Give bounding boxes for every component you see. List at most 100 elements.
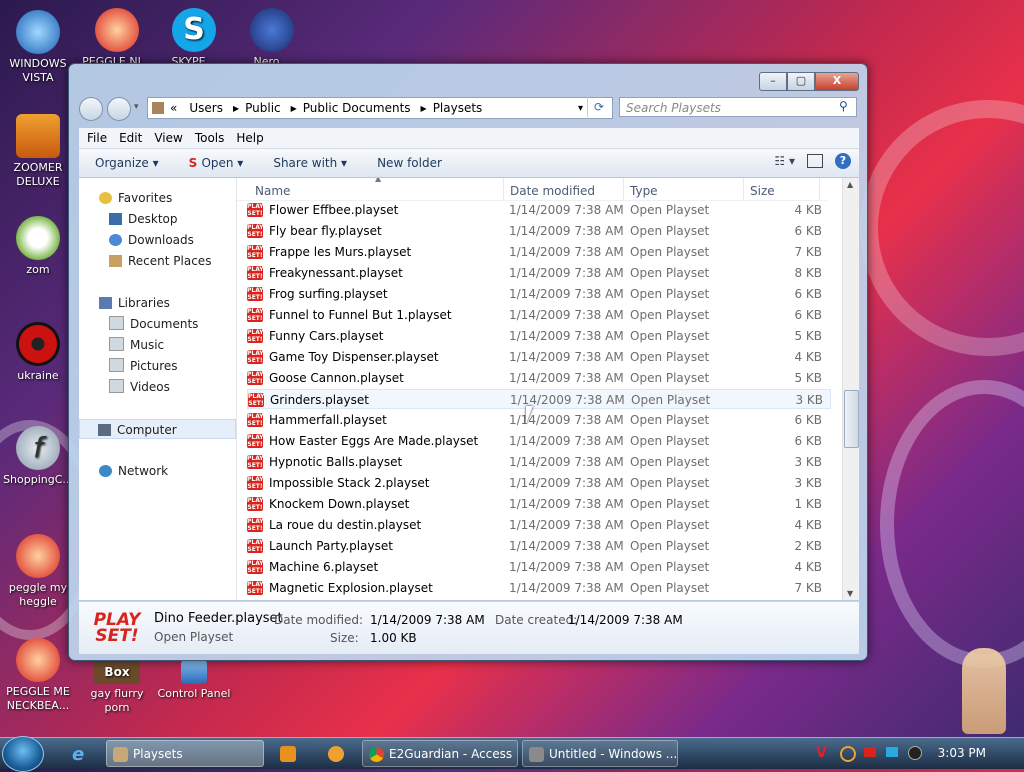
file-row[interactable]: PLAY SET! Frog surfing.playset 1/14/2009 7… — [247, 284, 831, 304]
desktop-icon-peggle-my-heggle[interactable]: peggle my heggle — [0, 534, 76, 609]
menu-edit[interactable]: Edit — [119, 131, 142, 145]
display-icon[interactable] — [886, 747, 898, 757]
desktop-icon-windows-vista[interactable]: WINDOWS VISTA — [0, 10, 76, 85]
breadcrumb-playsets[interactable]: Playsets — [433, 101, 483, 115]
start-button[interactable] — [2, 736, 44, 772]
column-name[interactable]: Name — [237, 178, 504, 200]
file-row[interactable]: PLAY SET! Freakynessant.playset 1/14/2009 … — [247, 263, 831, 283]
scroll-down-icon[interactable]: ▼ — [847, 589, 853, 598]
refresh-button[interactable]: ⟳ — [587, 97, 610, 117]
desktop-icon-peggle-me-neckbeard[interactable]: PEGGLE ME NECKBEA... — [0, 638, 76, 713]
desktop-icon-peggle-nights[interactable]: PEGGLE NI… — [79, 8, 155, 64]
antivirus-icon[interactable]: V — [816, 745, 827, 761]
taskbar-e2guardian[interactable]: E2Guardian - Access ... — [362, 740, 518, 767]
file-row[interactable]: PLAY SET! Hypnotic Balls.playset 1/14/2009… — [247, 452, 831, 472]
back-button[interactable] — [79, 97, 103, 121]
nav-desktop[interactable]: Desktop — [79, 209, 236, 229]
file-row[interactable]: PLAY SET! Impossible Stack 2.playset 1/14/… — [247, 473, 831, 493]
desktop-icon-shopping[interactable]: f ShoppingC... — [0, 426, 76, 487]
file-row[interactable]: PLAY SET! Goose Cannon.playset 1/14/2009 7… — [247, 368, 831, 388]
help-icon[interactable]: ? — [835, 153, 851, 169]
search-icon[interactable]: ⚲ — [839, 99, 848, 113]
desktop-icon-skype[interactable]: S SKYPE… — [156, 8, 232, 64]
share-with-button[interactable]: Share with ▾ — [273, 156, 347, 170]
organize-button[interactable]: Organize ▾ — [95, 156, 159, 170]
nav-label: Videos — [130, 380, 170, 394]
breadcrumb-public[interactable]: Public — [245, 101, 281, 115]
details-type: Open Playset — [154, 630, 234, 644]
file-row[interactable]: PLAY SET! La roue du destin.playset 1/14/2… — [247, 515, 831, 535]
nav-downloads[interactable]: Downloads — [79, 230, 236, 250]
menu-tools[interactable]: Tools — [195, 131, 225, 145]
menu-help[interactable]: Help — [236, 131, 263, 145]
file-row[interactable]: PLAY SET! Hammerfall.playset 1/14/2009 7:3… — [247, 410, 831, 430]
menu-view[interactable]: View — [154, 131, 182, 145]
open-button[interactable]: S Open ▾ — [189, 156, 244, 170]
flag-icon[interactable] — [864, 747, 876, 757]
scroll-up-icon[interactable]: ▲ — [847, 180, 853, 189]
search-input[interactable]: Search Playsets — [619, 97, 857, 117]
vertical-scrollbar[interactable]: ▲ ▼ — [842, 178, 859, 600]
address-dropdown-icon[interactable]: ▾ — [578, 103, 583, 114]
file-row[interactable]: PLAY SET! Launch Party.playset 1/14/2009 7… — [247, 536, 831, 556]
nav-music[interactable]: Music — [79, 335, 236, 355]
nav-computer[interactable]: Computer — [79, 419, 236, 439]
minimize-button[interactable]: – — [759, 72, 787, 91]
desktop-icon-box[interactable]: Box gay flurry porn — [79, 660, 155, 715]
nav-documents[interactable]: Documents — [79, 314, 236, 334]
desktop-icon-nero[interactable]: Nero… — [234, 8, 310, 64]
desktop-icon-zom[interactable]: zom — [0, 216, 76, 277]
desktop-icon-ukraine[interactable]: ukraine — [0, 322, 76, 383]
maximize-button[interactable]: ▢ — [787, 72, 815, 91]
breadcrumb-overflow[interactable]: « — [170, 101, 177, 115]
taskbar-untitled-windows[interactable]: Untitled - Windows ... — [522, 740, 678, 767]
volume-icon[interactable] — [908, 746, 922, 760]
media-player-icon[interactable] — [280, 746, 296, 762]
nav-libraries[interactable]: Libraries — [79, 293, 236, 313]
file-row[interactable]: PLAY SET! Magnetic Explosion.playset 1/14/… — [247, 578, 831, 598]
forward-button[interactable] — [107, 97, 131, 121]
nav-recent-places[interactable]: Recent Places — [79, 251, 236, 271]
breadcrumb-public-documents[interactable]: Public Documents — [303, 101, 411, 115]
file-row[interactable]: PLAY SET! Fly bear fly.playset 1/14/2009 7… — [247, 221, 831, 241]
file-row[interactable]: PLAY SET! Knockem Down.playset 1/14/2009 7… — [247, 494, 831, 514]
desktop-icon-zoomer-deluxe[interactable]: ZOOMER DELUXE — [0, 114, 76, 189]
app-icon[interactable] — [328, 746, 344, 762]
ie-icon[interactable]: e — [72, 744, 84, 765]
taskbar-playsets[interactable]: Playsets — [106, 740, 264, 767]
playset-file-icon: PLAY SET! — [247, 224, 264, 238]
file-row[interactable]: PLAY SET! Funny Cars.playset 1/14/2009 7:3… — [247, 326, 831, 346]
chevron-right-icon[interactable]: ▶ — [233, 104, 239, 113]
desktop-icon-control-panel[interactable]: Control Panel — [156, 660, 232, 701]
nav-network[interactable]: Network — [79, 461, 236, 481]
nav-pictures[interactable]: Pictures — [79, 356, 236, 376]
file-row[interactable]: PLAY SET! How Easter Eggs Are Made.playse… — [247, 431, 831, 451]
peggle-icon — [95, 8, 139, 52]
menu-file[interactable]: File — [87, 131, 107, 145]
explorer-window[interactable]: – ▢ X ▾ « Users ▶ Public ▶ Public Docume… — [68, 63, 868, 661]
file-row[interactable]: PLAY SET! Game Toy Dispenser.playset 1/14/… — [247, 347, 831, 367]
new-folder-button[interactable]: New folder — [377, 156, 442, 170]
preview-pane-icon[interactable] — [807, 154, 823, 168]
address-bar[interactable]: « Users ▶ Public ▶ Public Documents ▶ Pl… — [147, 97, 613, 119]
file-size: 6 KB — [794, 413, 822, 427]
column-date-modified[interactable]: Date modified — [504, 178, 624, 200]
file-row[interactable]: PLAY SET! Flower Effbee.playset 1/14/2009 … — [247, 200, 831, 220]
view-options-icon[interactable]: ☷ ▾ — [774, 154, 795, 168]
breadcrumb-users[interactable]: Users — [189, 101, 223, 115]
nav-favorites[interactable]: Favorites — [79, 188, 236, 208]
scrollbar-thumb[interactable] — [844, 390, 859, 448]
file-row[interactable]: PLAY SET! Funnel to Funnel But 1.playset 1… — [247, 305, 831, 325]
nav-videos[interactable]: Videos — [79, 377, 236, 397]
column-type[interactable]: Type — [624, 178, 744, 200]
file-row[interactable]: PLAY SET! Machine 6.playset 1/14/2009 7:38… — [247, 557, 831, 577]
search-tray-icon[interactable] — [840, 746, 856, 762]
file-row[interactable]: PLAY SET! Frappe les Murs.playset 1/14/200… — [247, 242, 831, 262]
clock[interactable]: 3:03 PM — [938, 746, 986, 760]
chevron-right-icon[interactable]: ▶ — [291, 104, 297, 113]
file-row[interactable]: PLAY SET! Grinders.playset 1/14/2009 7:38 … — [247, 389, 831, 409]
close-button[interactable]: X — [815, 72, 859, 91]
chevron-right-icon[interactable]: ▶ — [421, 104, 427, 113]
column-size[interactable]: Size — [744, 178, 820, 200]
history-dropdown-icon[interactable]: ▾ — [134, 102, 139, 112]
